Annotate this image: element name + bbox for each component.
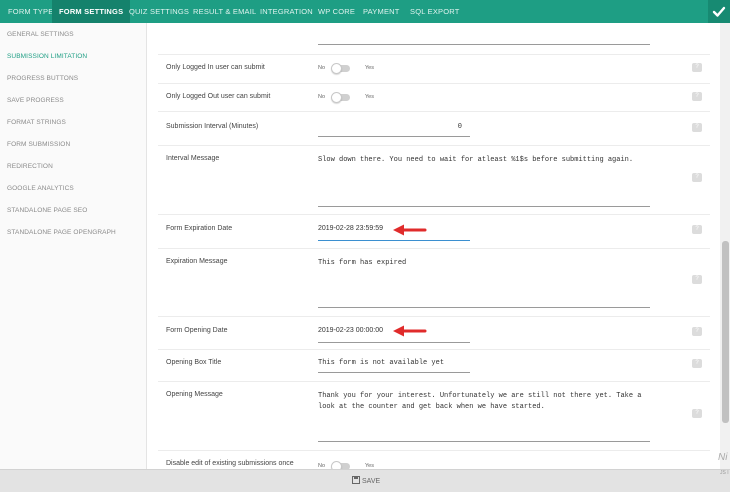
tab-form-settings[interactable]: FORM SETTINGS [52,0,131,23]
sidebar-item-standalone-page-opengraph[interactable]: STANDALONE PAGE OPENGRAPH [7,229,116,236]
submission-interval-input[interactable]: 0 [318,123,470,137]
tab-form-type[interactable]: FORM TYPE [8,0,53,23]
checkmark-icon [712,6,726,17]
tab-result-email[interactable]: RESULT & EMAIL [193,0,256,23]
save-button-label: SAVE [362,478,381,485]
toggle-knob [331,63,342,74]
expiration-message-label: Expiration Message [166,258,228,265]
toggle-knob [331,461,342,469]
help-icon[interactable]: ? [692,409,702,418]
arrow-annotation-icon [393,325,427,337]
confirm-button[interactable] [708,0,730,23]
footer-bar: SAVE [0,469,730,492]
opening-message-textarea[interactable]: Thank you for your interest. Unfortunate… [318,391,650,442]
help-icon[interactable]: ? [692,225,702,234]
row-divider [158,248,710,249]
row-divider [158,381,710,382]
help-icon[interactable]: ? [692,173,702,182]
sidebar-item-progress-buttons[interactable]: PROGRESS BUTTONS [7,75,78,82]
interval-message-textarea[interactable]: Slow down there. You need to wait for at… [318,155,650,207]
form-expiration-date-label: Form Expiration Date [166,225,233,232]
logged-in-only-toggle[interactable] [331,63,350,74]
toggle-yes-label: Yes [365,94,374,100]
row-divider [158,349,710,350]
logged-in-only-label: Only Logged In user can submit [166,64,265,71]
sidebar-item-general-settings[interactable]: GENERAL SETTINGS [7,31,74,38]
tab-payment[interactable]: PAYMENT [363,0,400,23]
scrollbar-thumb[interactable] [722,241,729,423]
sidebar-item-save-progress[interactable]: SAVE PROGRESS [7,97,64,104]
opening-box-title-input[interactable]: This form is not available yet [318,359,470,373]
top-tab-bar: FORM TYPE FORM SETTINGS QUIZ SETTINGS RE… [0,0,730,23]
row-divider [158,145,710,146]
settings-panel: Only Logged In user can submit No Yes ? … [148,23,720,469]
vertical-scrollbar[interactable] [720,23,730,469]
tab-integration[interactable]: INTEGRATION [260,0,313,23]
sidebar-item-google-analytics[interactable]: GOOGLE ANALYTICS [7,185,74,192]
tab-sql-export[interactable]: SQL EXPORT [410,0,460,23]
row-divider [158,450,710,451]
row-divider [158,316,710,317]
help-icon[interactable]: ? [692,359,702,368]
row-divider [158,111,710,112]
help-icon[interactable]: ? [692,275,702,284]
disable-edit-label: Disable edit of existing submissions onc… [166,460,294,467]
row-divider [158,54,710,55]
sidebar-item-submission-limitation[interactable]: SUBMISSION LIMITATION [7,53,87,60]
logged-out-only-toggle[interactable] [331,92,350,103]
arrow-annotation-icon [393,224,427,236]
opening-message-label: Opening Message [166,391,223,398]
interval-message-label: Interval Message [166,155,220,162]
toggle-no-label: No [318,65,326,71]
form-opening-date-label: Form Opening Date [166,327,228,334]
sidebar-item-redirection[interactable]: REDIRECTION [7,163,53,170]
logged-out-only-label: Only Logged Out user can submit [166,93,271,100]
submission-interval-label: Submission Interval (Minutes) [166,123,259,130]
previous-field[interactable] [318,31,650,45]
settings-sidebar: GENERAL SETTINGS SUBMISSION LIMITATION P… [0,23,147,469]
expiration-message-textarea[interactable]: This form has expired [318,258,650,308]
save-button[interactable]: SAVE [352,476,380,485]
toggle-no-label: No [318,94,326,100]
tab-wp-core[interactable]: WP CORE [318,0,355,23]
toggle-knob [331,92,342,103]
help-icon[interactable]: ? [692,327,702,336]
corner-watermark-subtext: JS I [720,470,729,476]
tab-quiz-settings[interactable]: QUIZ SETTINGS [129,0,189,23]
toggle-yes-label: Yes [365,65,374,71]
corner-watermark-text: Ni [718,452,728,463]
help-icon[interactable]: ? [692,123,702,132]
row-divider [158,214,710,215]
sidebar-item-form-submission[interactable]: FORM SUBMISSION [7,141,70,148]
sidebar-item-format-strings[interactable]: FORMAT STRINGS [7,119,66,126]
help-icon[interactable]: ? [692,63,702,72]
opening-box-title-label: Opening Box Title [166,359,222,366]
floppy-disk-icon [352,476,360,484]
sidebar-item-standalone-page-seo[interactable]: STANDALONE PAGE SEO [7,207,87,214]
help-icon[interactable]: ? [692,92,702,101]
row-divider [158,83,710,84]
